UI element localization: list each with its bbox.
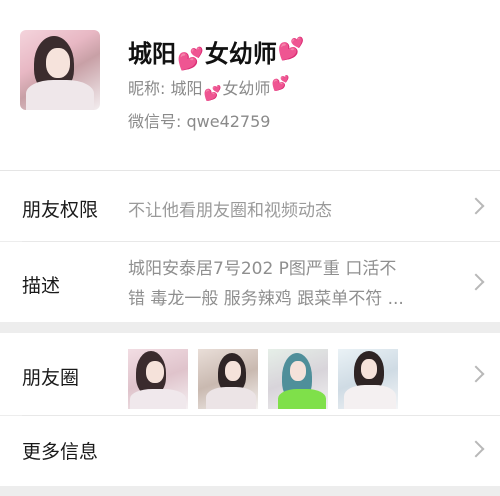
avatar[interactable]	[20, 30, 100, 110]
moments-row[interactable]: 朋友圈	[0, 333, 500, 415]
heart-icon: 💕	[277, 37, 305, 62]
profile-header: 城阳💕女幼师💕 昵称: 城阳💕女幼师💕 微信号: qwe42759	[0, 0, 500, 171]
moments-thumbnail[interactable]	[268, 349, 328, 409]
wechat-id: 微信号: qwe42759	[128, 112, 271, 131]
chevron-right-icon	[467, 440, 485, 458]
description-label: 描述	[22, 275, 61, 297]
heart-icon: 💕	[177, 47, 204, 72]
friend-permissions-value: 不让他看朋友圈和视频动态	[128, 201, 332, 221]
moments-thumbnail[interactable]	[128, 349, 188, 409]
chevron-right-icon	[467, 197, 485, 215]
more-info-label: 更多信息	[22, 441, 99, 463]
moments-thumbnail[interactable]	[338, 349, 398, 409]
nickname: 昵称: 城阳💕女幼师💕	[128, 76, 290, 102]
moments-thumbnail[interactable]	[198, 349, 258, 409]
description-row[interactable]: 描述 城阳安泰居7号202 P图严重 口活不 错 毒龙一般 服务辣鸡 跟菜单不符…	[0, 242, 500, 322]
description-value: 城阳安泰居7号202 P图严重 口活不 错 毒龙一般 服务辣鸡 跟菜单不符 ..…	[128, 259, 404, 309]
chevron-right-icon	[467, 365, 485, 383]
friend-permissions-label: 朋友权限	[22, 199, 99, 221]
more-info-row[interactable]: 更多信息	[0, 416, 500, 486]
heart-icon: 💕	[203, 86, 222, 102]
friend-permissions-row[interactable]: 朋友权限 不让他看朋友圈和视频动态	[0, 171, 500, 241]
heart-icon: 💕	[271, 76, 290, 92]
chevron-right-icon	[467, 273, 485, 291]
contact-name: 城阳💕女幼师💕	[128, 37, 305, 72]
moments-label: 朋友圈	[22, 367, 80, 389]
